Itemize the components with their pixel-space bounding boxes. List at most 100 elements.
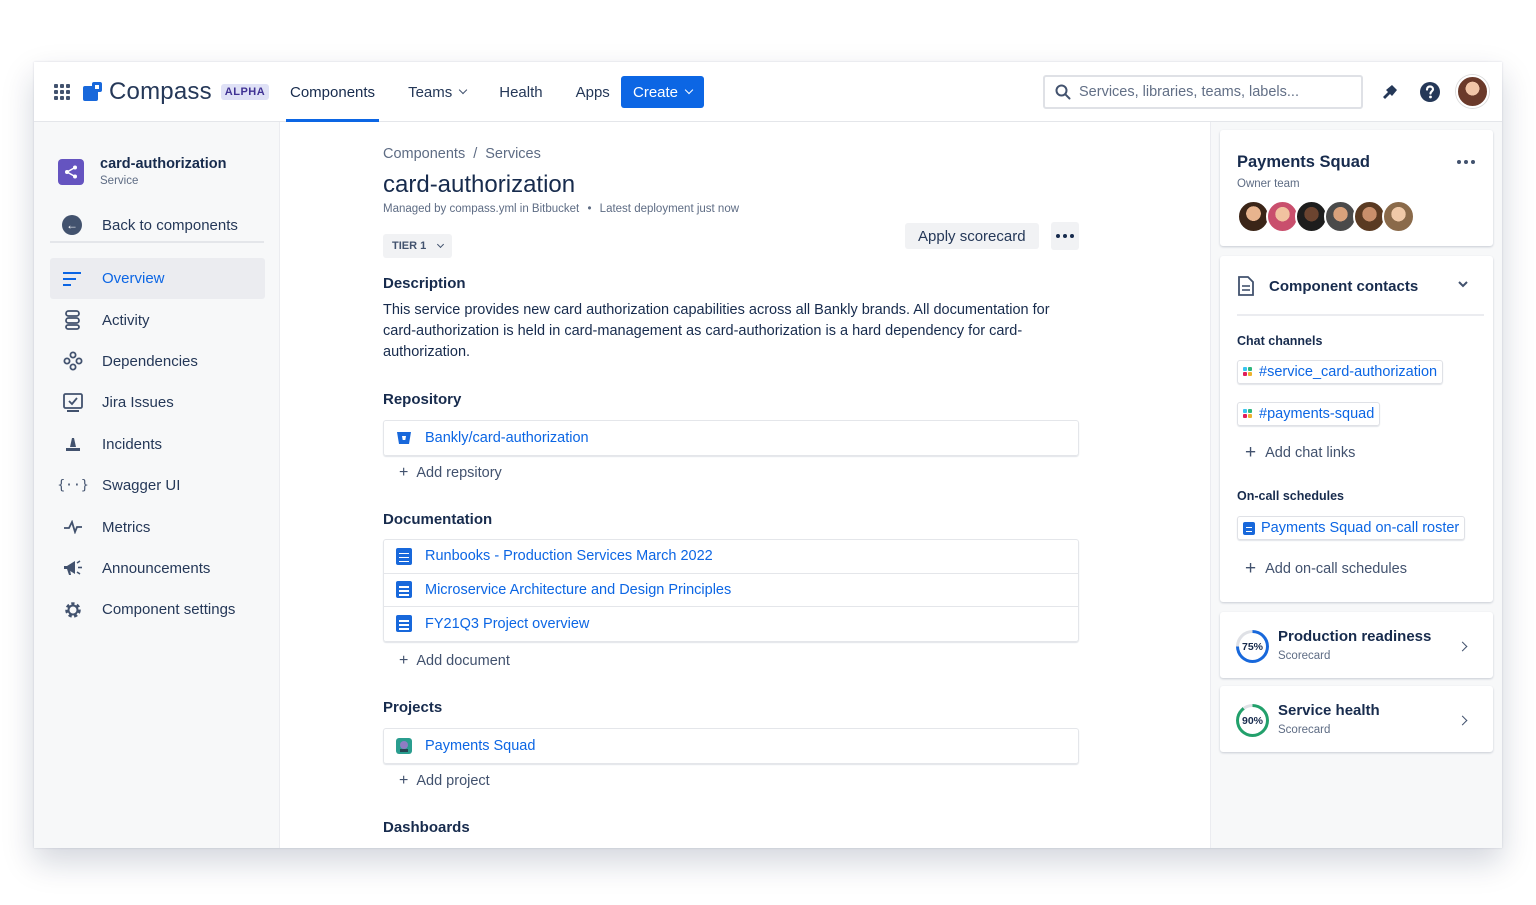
service-icon [58, 158, 84, 185]
breadcrumb-separator: / [473, 146, 478, 162]
add-chat-label: Add chat links [1265, 444, 1356, 461]
scorecard-progress-ring: 90% [1236, 704, 1269, 737]
document-link[interactable]: Runbooks - Production Services March 202… [384, 540, 1078, 574]
chevron-down-icon[interactable] [1457, 280, 1469, 288]
document-title: FY21Q3 Project overview [425, 615, 590, 632]
add-repository-label: Add repsitory [416, 465, 502, 481]
chat-channel-link[interactable]: #service_card-authorization [1237, 360, 1444, 384]
incidents-icon [62, 433, 84, 455]
plus-icon: + [1245, 558, 1257, 579]
scorecard-percent: 75% [1239, 633, 1266, 660]
search-input[interactable] [1079, 84, 1349, 100]
sidebar-item-label: Component settings [102, 601, 236, 619]
project-link[interactable]: Payments Squad [384, 729, 1078, 763]
component-meta: Managed by compass.yml in Bitbucket • La… [383, 203, 739, 215]
scorecard-production-readiness[interactable]: 75% Production readiness Scorecard [1220, 612, 1493, 678]
nav-teams[interactable]: Teams [404, 62, 470, 122]
document-icon [1238, 276, 1254, 296]
add-repository-button[interactable]: + Add repsitory [399, 464, 502, 482]
nav-teams-label: Teams [408, 83, 453, 101]
help-icon[interactable] [1418, 80, 1442, 104]
scorecard-service-health[interactable]: 90% Service health Scorecard [1220, 686, 1493, 752]
repository-heading: Repository [383, 391, 462, 408]
sidebar-item-dependencies[interactable]: Dependencies [50, 341, 265, 382]
nav-components[interactable]: Components [286, 62, 380, 122]
chevron-down-icon [459, 85, 468, 95]
back-to-components-button[interactable]: ← Back to components [50, 209, 264, 243]
repository-link[interactable]: Bankly/card-authorization [384, 421, 1078, 455]
sidebar-item-label: Announcements [102, 559, 211, 577]
add-document-label: Add document [416, 653, 510, 669]
user-avatar[interactable] [1456, 75, 1489, 108]
sidebar-item-jira-issues[interactable]: Jira Issues [50, 382, 265, 423]
on-call-heading: On-call schedules [1237, 489, 1344, 503]
team-name[interactable]: Payments Squad [1237, 153, 1370, 172]
sidebar-item-announcements[interactable]: Announcements [50, 548, 265, 589]
slack-icon [1243, 409, 1253, 419]
component-nav: Overview Activity Dependencies Jira Issu… [50, 258, 265, 631]
sidebar-item-swagger-ui[interactable]: {··} Swagger UI [50, 465, 265, 506]
app-window: Compass ALPHA Components Teams Health Ap… [34, 62, 1502, 848]
sidebar-item-activity[interactable]: Activity [50, 299, 265, 340]
schedule-icon [1243, 521, 1255, 536]
add-chat-links-button[interactable]: + Add chat links [1245, 443, 1355, 462]
component-name: card-authorization [100, 156, 227, 172]
app-name: Compass [109, 78, 212, 105]
breadcrumb-services[interactable]: Services [485, 146, 541, 162]
breadcrumb-components[interactable]: Components [383, 146, 465, 162]
plus-icon: + [399, 772, 409, 789]
on-call-link[interactable]: Payments Squad on-call roster [1237, 516, 1466, 540]
search-box[interactable] [1043, 75, 1363, 109]
repository-list: Bankly/card-authorization [383, 420, 1079, 456]
sidebar-item-label: Incidents [102, 435, 163, 453]
chat-channel-link[interactable]: #payments-squad [1237, 402, 1381, 426]
latest-deployment-text: Latest deployment just now [599, 203, 740, 215]
document-icon [396, 615, 412, 633]
avatar[interactable] [1382, 200, 1415, 233]
nav-apps[interactable]: Apps [572, 62, 614, 122]
sidebar-item-incidents[interactable]: Incidents [50, 424, 265, 465]
more-options-icon[interactable] [1457, 160, 1475, 164]
projects-list: Payments Squad [383, 728, 1079, 764]
document-icon [396, 581, 412, 599]
team-role: Owner team [1237, 178, 1300, 190]
more-actions-button[interactable] [1051, 222, 1079, 250]
add-project-button[interactable]: + Add project [399, 772, 490, 790]
notifications-icon[interactable] [1378, 80, 1402, 104]
apply-scorecard-button[interactable]: Apply scorecard [905, 223, 1039, 249]
compass-logo[interactable]: Compass ALPHA [83, 78, 270, 106]
metrics-icon [62, 516, 84, 538]
alpha-badge: ALPHA [220, 84, 270, 100]
document-link[interactable]: Microservice Architecture and Design Pri… [384, 574, 1078, 607]
component-type: Service [100, 175, 139, 187]
app-switcher-icon[interactable] [54, 84, 70, 100]
sidebar-item-label: Overview [102, 270, 165, 288]
jira-issues-icon [62, 392, 84, 414]
nav-health[interactable]: Health [495, 62, 546, 122]
nav-components-label: Components [290, 83, 376, 101]
sidebar-item-label: Activity [102, 311, 150, 329]
add-document-button[interactable]: + Add document [399, 652, 510, 670]
activity-icon [62, 309, 84, 331]
plus-icon: + [399, 464, 409, 481]
add-on-call-button[interactable]: + Add on-call schedules [1245, 559, 1407, 578]
sidebar-item-component-settings[interactable]: Component settings [50, 589, 265, 630]
create-button[interactable]: Create [621, 76, 705, 108]
component-contacts-title: Component contacts [1269, 277, 1419, 295]
tier-dropdown[interactable]: TIER 1 [383, 234, 453, 258]
sidebar-item-label: Jira Issues [102, 394, 174, 412]
component-contacts-header[interactable]: Component contacts [1237, 276, 1418, 296]
bitbucket-icon [397, 431, 411, 444]
create-label: Create [633, 83, 679, 101]
dependencies-icon [62, 350, 84, 372]
sidebar-item-overview[interactable]: Overview [50, 258, 265, 300]
scorecard-subtitle: Scorecard [1278, 650, 1331, 662]
swagger-icon: {··} [57, 478, 89, 494]
slack-icon [1243, 367, 1253, 377]
document-link[interactable]: FY21Q3 Project overview [384, 607, 1078, 641]
component-contacts-card: Component contacts Chat channels #servic… [1220, 256, 1493, 602]
chevron-down-icon [684, 85, 694, 95]
chat-channels-heading: Chat channels [1237, 334, 1323, 348]
sidebar-item-metrics[interactable]: Metrics [50, 506, 265, 547]
project-name: Payments Squad [425, 737, 536, 754]
